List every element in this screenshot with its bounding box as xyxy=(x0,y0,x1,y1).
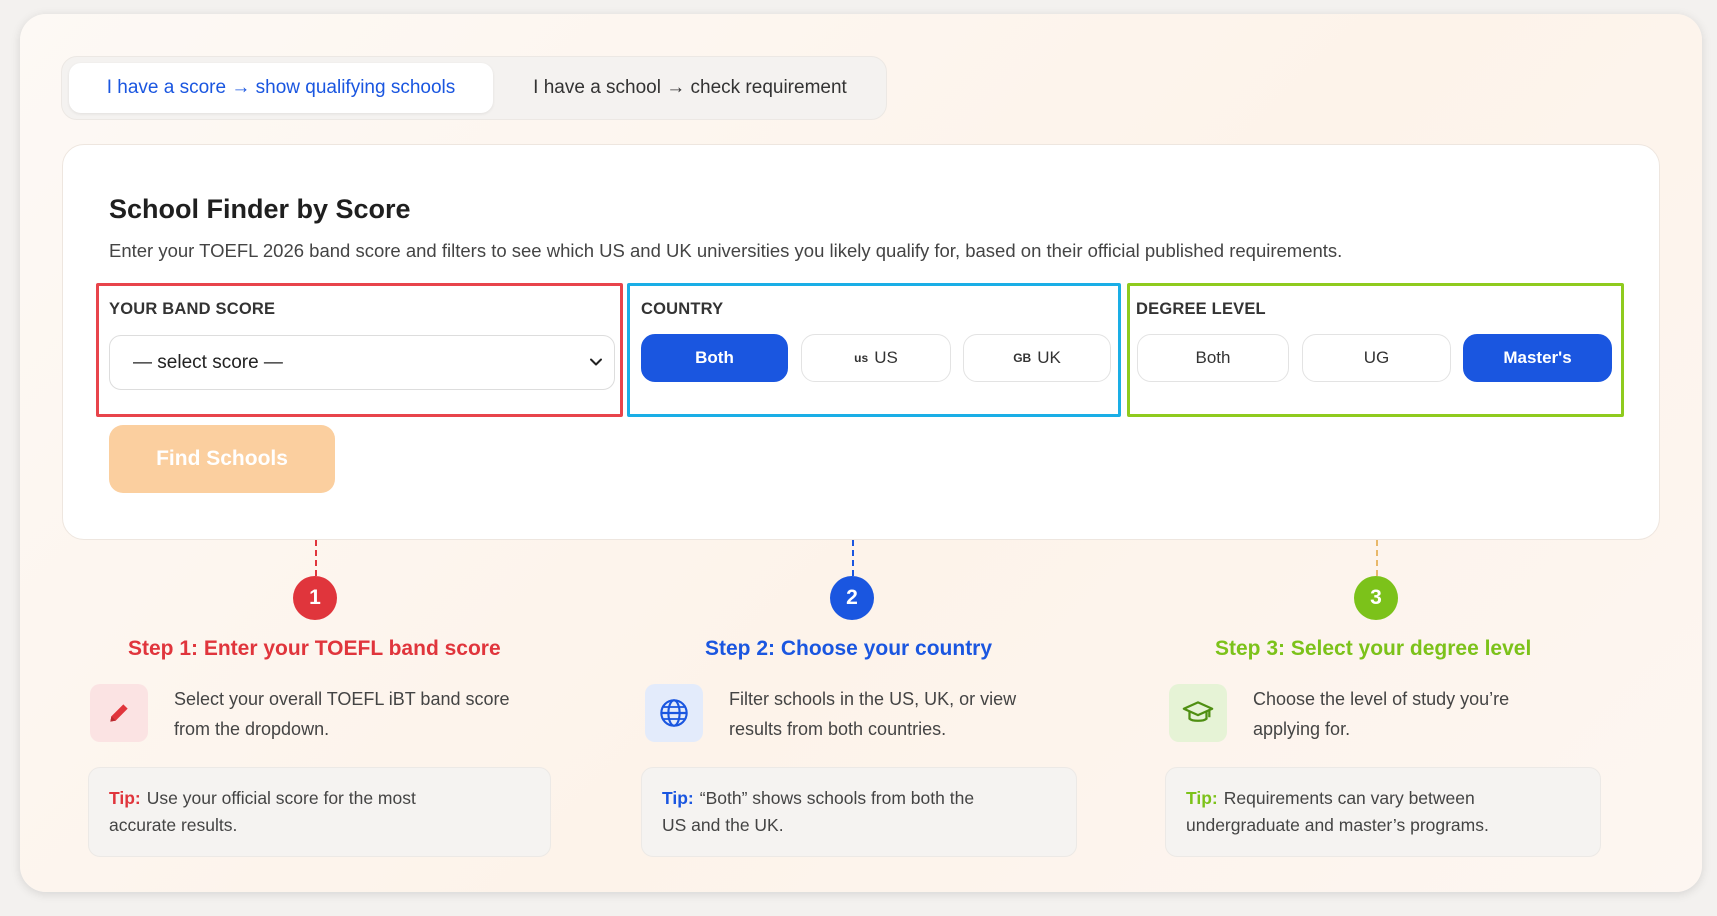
step-3-tip: Tip: Requirements can vary between underg… xyxy=(1165,767,1601,857)
country-both-button[interactable]: Both xyxy=(641,334,788,382)
step-3-connector xyxy=(1376,540,1378,576)
step-2-icon-box xyxy=(645,684,703,742)
country-uk-label: UK xyxy=(1037,348,1061,367)
step-3-tip-line2: undergraduate and master’s programs. xyxy=(1186,815,1489,835)
finder-description: Enter your TOEFL 2026 band score and fil… xyxy=(109,240,1343,261)
step-1-tip-label: Tip: xyxy=(109,788,141,808)
globe-icon xyxy=(660,699,688,727)
country-us-label: US xyxy=(874,348,898,367)
us-flag-icon: us xyxy=(854,351,869,365)
step-3-desc-line2: applying for. xyxy=(1253,719,1351,739)
step-2-tip-line1: “Both” shows schools from both the xyxy=(699,788,975,808)
finder-title: School Finder by Score xyxy=(109,194,411,224)
graduation-cap-icon xyxy=(1182,701,1214,722)
step-3-description: Choose the level of study you’re applyin… xyxy=(1253,684,1509,744)
step-3-tip-line1: Requirements can vary between xyxy=(1223,788,1475,808)
tab-school-to-requirement[interactable]: I have a school → check requirement xyxy=(499,63,881,113)
step-1-icon-box xyxy=(90,684,148,742)
step-3-desc-line1: Choose the level of study you’re xyxy=(1253,689,1510,709)
tab-score-to-schools[interactable]: I have a score → show qualifying schools xyxy=(69,63,493,113)
step-2-tip-label: Tip: xyxy=(662,788,694,808)
step-2-badge: 2 xyxy=(830,576,874,620)
step-3-tip-label: Tip: xyxy=(1186,788,1218,808)
country-both-label: Both xyxy=(695,348,734,367)
step-1-tip-line2: accurate results. xyxy=(109,815,238,835)
chevron-down-icon xyxy=(590,358,602,366)
gb-flag-icon: GB xyxy=(1013,351,1032,365)
step-3-badge: 3 xyxy=(1354,576,1398,620)
mode-tabs: I have a score → show qualifying schools… xyxy=(61,56,887,120)
step-2-desc-line1: Filter schools in the US, UK, or view xyxy=(729,689,1017,709)
step-2-description: Filter schools in the US, UK, or view re… xyxy=(729,684,1016,744)
step-1-tip: Tip: Use your official score for the most… xyxy=(88,767,551,857)
step-3-icon-box xyxy=(1169,684,1227,742)
country-uk-button[interactable]: GB UK xyxy=(963,334,1111,382)
step-1-connector xyxy=(315,540,317,576)
degree-ug-label: UG xyxy=(1363,348,1390,367)
pencil-icon xyxy=(110,704,128,722)
step-1-title: Step 1: Enter your TOEFL band score xyxy=(128,637,501,660)
band-score-select-value: — select score — xyxy=(133,351,283,373)
country-us-button[interactable]: us US xyxy=(801,334,951,382)
degree-label: DEGREE LEVEL xyxy=(1136,300,1266,318)
degree-both-button[interactable]: Both xyxy=(1137,334,1289,382)
find-schools-button[interactable]: Find Schools xyxy=(109,425,335,493)
degree-masters-button[interactable]: Master's xyxy=(1463,334,1612,382)
band-score-select[interactable]: — select score — xyxy=(109,335,615,390)
step-1-desc-line2: from the dropdown. xyxy=(174,719,330,739)
step-2-desc-line2: results from both countries. xyxy=(729,719,947,739)
step-1-desc-line1: Select your overall TOEFL iBT band score xyxy=(174,689,510,709)
step-2-tip-line2: US and the UK. xyxy=(662,815,784,835)
step-1-badge: 1 xyxy=(293,576,337,620)
step-2-tip: Tip: “Both” shows schools from both the U… xyxy=(641,767,1077,857)
degree-masters-label: Master's xyxy=(1503,348,1572,367)
step-2-connector xyxy=(852,540,854,576)
step-2-title: Step 2: Choose your country xyxy=(705,637,993,660)
band-score-label: YOUR BAND SCORE xyxy=(109,300,276,318)
country-label: COUNTRY xyxy=(641,300,724,318)
degree-ug-button[interactable]: UG xyxy=(1302,334,1451,382)
step-1-tip-line1: Use your official score for the most xyxy=(146,788,416,808)
step-3-title: Step 3: Select your degree level xyxy=(1215,637,1532,660)
step-1-description: Select your overall TOEFL iBT band score… xyxy=(174,684,510,744)
degree-both-label: Both xyxy=(1195,348,1231,367)
